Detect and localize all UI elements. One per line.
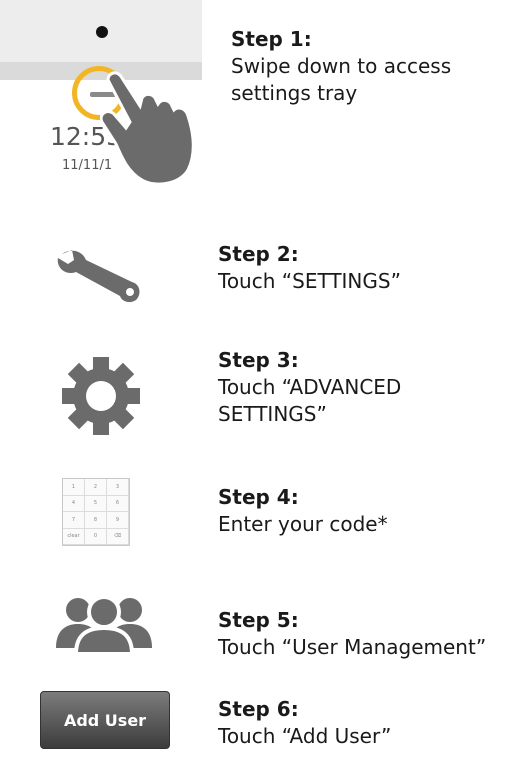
step-6-line-1: Touch “Add User”: [218, 724, 392, 748]
swipe-down-illustration: 12:55 F 11/11/1: [0, 0, 202, 192]
step-5-line-1: Touch “User Management”: [218, 635, 487, 659]
step-3-line-2: SETTINGS”: [218, 402, 327, 426]
step-3-text: Step 3: Touch “ADVANCED SETTINGS”: [218, 347, 401, 428]
step-2-title: Step 2:: [218, 242, 299, 266]
camera-dot: [96, 26, 108, 38]
step-6-title: Step 6:: [218, 697, 299, 721]
step-1-text: Step 1: Swipe down to access settings tr…: [231, 26, 451, 107]
keypad-icon: 123 456 789 clear 0 ⌫: [62, 478, 130, 546]
step-2-text: Step 2: Touch “SETTINGS”: [218, 241, 401, 295]
users-icon: [56, 595, 152, 654]
step-3-title: Step 3:: [218, 348, 299, 372]
step-1-line-1: Swipe down to access: [231, 54, 452, 78]
step-1-title: Step 1:: [231, 27, 312, 51]
gear-icon: [62, 357, 140, 435]
step-5-text: Step 5: Touch “User Management”: [218, 607, 486, 661]
step-5-title: Step 5:: [218, 608, 299, 632]
step-4-title: Step 4:: [218, 485, 299, 509]
add-user-button[interactable]: Add User: [40, 691, 170, 749]
step-2-line-1: Touch “SETTINGS”: [218, 269, 401, 293]
wrench-icon: [57, 250, 140, 303]
step-4-line-1: Enter your code*: [218, 512, 388, 536]
step-6-text: Step 6: Touch “Add User”: [218, 696, 391, 750]
hand-pointer-icon: [100, 71, 195, 186]
step-4-text: Step 4: Enter your code*: [218, 484, 388, 538]
step-1-line-2: settings tray: [231, 81, 358, 105]
step-3-line-1: Touch “ADVANCED: [218, 375, 402, 399]
